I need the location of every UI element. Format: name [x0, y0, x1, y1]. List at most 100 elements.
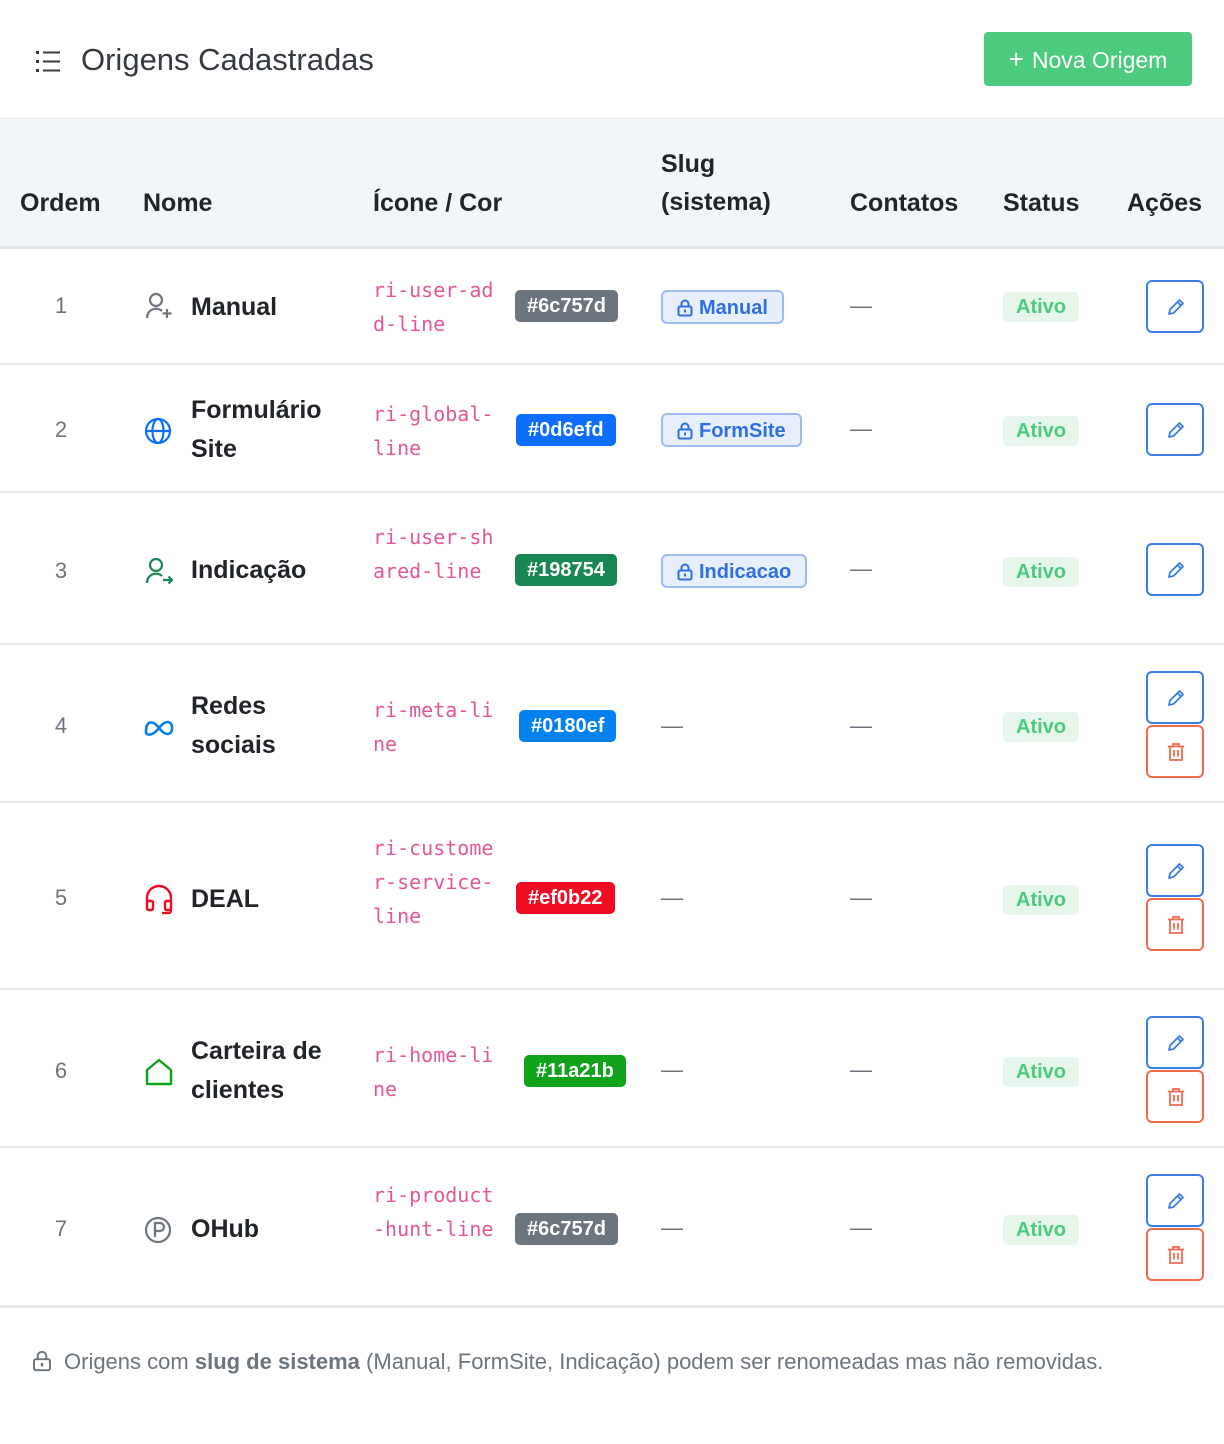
- delete-button[interactable]: [1146, 1228, 1204, 1281]
- row-order: 3: [54, 558, 68, 583]
- color-badge: #0180ef: [519, 710, 617, 742]
- column-icone-cor: Ícone / Cor: [373, 189, 503, 217]
- row-slug: —: [661, 713, 683, 738]
- page-title: Origens Cadastradas: [81, 42, 374, 77]
- slug-text: Indicacao: [699, 561, 792, 583]
- row-name: Manual: [191, 293, 278, 321]
- row-contacts: —: [850, 885, 872, 910]
- pencil-icon: [1168, 1035, 1184, 1051]
- table-row: 6 Carteira de clientes ri-home-line #11a…: [0, 990, 1224, 1148]
- table-row: 2 Formulário Site ri-global-line #0d6efd…: [0, 365, 1224, 493]
- pencil-icon: [1168, 690, 1184, 706]
- user-add-icon: [145, 292, 172, 319]
- lock-icon: [677, 563, 693, 581]
- color-badge: #198754: [515, 554, 617, 586]
- color-badge: #0d6efd: [516, 414, 616, 446]
- footer-bold: slug de sistema: [194, 1349, 360, 1374]
- edit-button[interactable]: [1146, 403, 1204, 456]
- column-slug: Slug (sistema): [661, 145, 771, 221]
- row-name: Formulário Site: [191, 396, 322, 463]
- table-row: 5 DEAL ri-customer-service-line #ef0b22 …: [0, 803, 1224, 990]
- row-name: DEAL: [191, 885, 260, 913]
- slug-text: Manual: [699, 297, 768, 319]
- column-contatos: Contatos: [850, 189, 959, 217]
- row-icon-class: ri-global-line: [373, 402, 494, 460]
- lock-icon: [33, 1350, 51, 1372]
- pencil-icon: [1168, 562, 1184, 578]
- edit-button[interactable]: [1146, 543, 1204, 596]
- product-hunt-icon: [144, 1216, 172, 1244]
- card-header: Origens Cadastradas + Nova Origem: [0, 0, 1224, 119]
- edit-button[interactable]: [1146, 280, 1204, 333]
- pencil-icon: [1168, 863, 1184, 879]
- row-contacts: —: [850, 293, 872, 318]
- row-order: 2: [54, 417, 68, 442]
- system-slug-badge: FormSite: [661, 413, 802, 447]
- status-badge: Ativo: [1003, 292, 1079, 322]
- row-icon-class: ri-user-shared-line: [373, 525, 494, 583]
- table-row: 7 OHub ri-product-hunt-line #6c757d — — …: [0, 1148, 1224, 1304]
- row-name: Carteira de clientes: [191, 1037, 322, 1104]
- system-slug-badge: Manual: [661, 290, 784, 324]
- headset-icon: [145, 884, 173, 915]
- trash-icon: [1168, 1246, 1184, 1264]
- list-icon: [36, 51, 60, 72]
- row-slug: —: [661, 1215, 683, 1240]
- row-contacts: —: [850, 1215, 872, 1240]
- row-icon-class: ri-user-add-line: [373, 278, 494, 336]
- column-slug-line1: Slug: [661, 150, 716, 178]
- delete-button[interactable]: [1146, 898, 1204, 951]
- footer-note: Origens com slug de sistema (Manual, For…: [32, 1345, 1122, 1379]
- home-icon: [145, 1058, 173, 1086]
- status-badge: Ativo: [1003, 1215, 1079, 1245]
- column-ordem[interactable]: Ordem: [20, 184, 101, 222]
- edit-button[interactable]: [1146, 1174, 1204, 1227]
- new-origin-button[interactable]: + Nova Origem: [984, 32, 1192, 86]
- pencil-icon: [1168, 1193, 1184, 1209]
- table-bottom-divider: [0, 1305, 1224, 1308]
- row-order: 6: [54, 1058, 68, 1083]
- row-icon-class: ri-home-line: [373, 1043, 494, 1101]
- delete-button[interactable]: [1146, 1070, 1204, 1123]
- color-badge: #ef0b22: [516, 882, 615, 914]
- row-contacts: —: [850, 416, 872, 441]
- status-badge: Ativo: [1003, 712, 1079, 742]
- color-badge: #6c757d: [515, 290, 618, 322]
- pencil-icon: [1168, 299, 1184, 315]
- pencil-icon: [1168, 422, 1184, 438]
- footer-prefix: Origens com: [64, 1349, 189, 1374]
- row-name: OHub: [191, 1215, 260, 1243]
- trash-icon: [1168, 1088, 1184, 1106]
- status-badge: Ativo: [1003, 416, 1079, 446]
- status-badge: Ativo: [1003, 1057, 1079, 1087]
- table-row: 1 Manual ri-user-add-line #6c757d Manual…: [0, 249, 1224, 365]
- row-order: 5: [54, 885, 68, 910]
- lock-icon: [677, 422, 693, 440]
- row-order: 4: [54, 713, 68, 738]
- row-icon-class: ri-product-hunt-line: [373, 1183, 494, 1241]
- meta-icon: [144, 720, 174, 736]
- row-icon-class: ri-meta-line: [373, 698, 494, 756]
- user-shared-icon: [145, 557, 174, 585]
- color-badge: #6c757d: [515, 1213, 618, 1245]
- column-slug-line2: (sistema): [661, 188, 771, 216]
- trash-icon: [1168, 916, 1184, 934]
- delete-button[interactable]: [1146, 725, 1204, 778]
- row-contacts: —: [850, 713, 872, 738]
- edit-button[interactable]: [1146, 1016, 1204, 1069]
- row-contacts: —: [850, 556, 872, 581]
- column-nome[interactable]: Nome: [143, 184, 212, 222]
- edit-button[interactable]: [1146, 671, 1204, 724]
- row-order: 7: [54, 1216, 68, 1241]
- trash-icon: [1168, 743, 1184, 761]
- row-slug: —: [661, 885, 683, 910]
- row-icon-class: ri-customer-service-line: [373, 836, 494, 928]
- new-origin-label: Nova Origem: [1031, 47, 1168, 73]
- table-row: 3 Indicação ri-user-shared-line #198754 …: [0, 493, 1224, 645]
- row-name: Indicação: [191, 556, 307, 584]
- row-name: Redes sociais: [191, 692, 276, 759]
- slug-text: FormSite: [699, 420, 786, 442]
- color-badge: #11a21b: [524, 1055, 626, 1087]
- edit-button[interactable]: [1146, 844, 1204, 897]
- row-order: 1: [54, 293, 68, 318]
